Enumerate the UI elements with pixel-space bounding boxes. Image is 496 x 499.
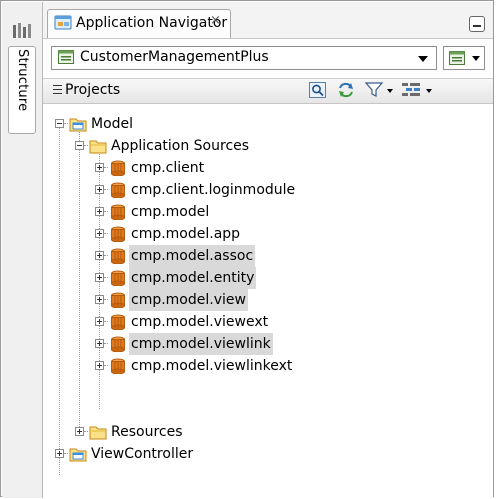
expand-toggle[interactable] bbox=[95, 251, 104, 260]
tree-connector bbox=[104, 167, 108, 168]
tree-node-package[interactable]: cmp.model.assoc bbox=[43, 245, 493, 267]
folder-icon bbox=[89, 140, 107, 154]
chevron-down-icon bbox=[472, 56, 480, 61]
expand-toggle[interactable] bbox=[75, 427, 84, 436]
tree-connector bbox=[104, 277, 108, 278]
tree-node-label: cmp.client.loginmodule bbox=[131, 182, 296, 198]
tree-connector bbox=[84, 145, 88, 146]
tree-node-label: cmp.model.viewext bbox=[131, 314, 269, 330]
tree-node-label: cmp.model bbox=[131, 204, 210, 220]
expand-toggle[interactable] bbox=[55, 449, 64, 458]
tree-node-label: cmp.model.viewlink bbox=[129, 333, 273, 355]
structure-tab[interactable]: Structure bbox=[8, 46, 36, 134]
expand-toggle[interactable] bbox=[95, 207, 104, 216]
search-icon[interactable] bbox=[309, 82, 327, 98]
tree-node-model[interactable]: Model bbox=[43, 113, 493, 135]
tree-connector bbox=[104, 233, 108, 234]
tree-node-viewcontroller[interactable]: ViewController bbox=[43, 443, 493, 465]
tree-connector bbox=[84, 431, 88, 432]
expand-toggle[interactable] bbox=[95, 229, 104, 238]
package-icon bbox=[111, 336, 125, 352]
collapse-toggle[interactable] bbox=[55, 119, 64, 128]
tree-node-label: Resources bbox=[111, 424, 183, 440]
collapse-icon[interactable] bbox=[53, 85, 62, 94]
tree-node-resources[interactable]: Resources bbox=[43, 421, 493, 443]
side-panel-strip: Structure bbox=[2, 2, 43, 498]
tree-node-application-sources[interactable]: Application Sources bbox=[43, 135, 493, 157]
expand-toggle[interactable] bbox=[95, 163, 104, 172]
tab-bar: Application Navigator × bbox=[43, 2, 493, 39]
package-icon bbox=[111, 292, 125, 308]
package-icon bbox=[111, 226, 125, 242]
tree-node-label: cmp.model.viewlinkext bbox=[131, 358, 293, 374]
expand-toggle[interactable] bbox=[95, 317, 104, 326]
tree-node-package[interactable]: cmp.client bbox=[43, 157, 493, 179]
project-tree: Model Application Sources cmp.client cmp.… bbox=[43, 103, 493, 497]
tree-node-package[interactable]: cmp.model.app bbox=[43, 223, 493, 245]
tree-node-package[interactable]: cmp.client.loginmodule bbox=[43, 179, 493, 201]
collapse-toggle[interactable] bbox=[75, 141, 84, 150]
expand-toggle[interactable] bbox=[95, 273, 104, 282]
package-icon bbox=[111, 270, 125, 286]
projects-label: Projects bbox=[65, 82, 121, 98]
tree-node-label: Application Sources bbox=[111, 138, 250, 154]
tree-node-package[interactable]: cmp.model.view bbox=[43, 289, 493, 311]
application-icon bbox=[58, 50, 74, 64]
tree-connector bbox=[64, 123, 68, 124]
application-navigator-icon bbox=[54, 15, 72, 30]
project-icon bbox=[69, 448, 87, 462]
tree-node-label: ViewController bbox=[91, 446, 194, 462]
tree-connector bbox=[104, 365, 108, 366]
expand-toggle[interactable] bbox=[95, 339, 104, 348]
sync-icon[interactable] bbox=[337, 82, 355, 98]
package-icon bbox=[111, 160, 125, 176]
folder-icon bbox=[89, 426, 107, 440]
tree-node-package[interactable]: cmp.model.viewlinkext bbox=[43, 355, 493, 377]
tab-title: Application Navigator bbox=[76, 15, 228, 31]
application-selector-row: CustomerManagementPlus bbox=[43, 39, 493, 77]
package-icon bbox=[111, 314, 125, 330]
tree-node-label: Model bbox=[91, 116, 134, 132]
application-name: CustomerManagementPlus bbox=[80, 49, 269, 65]
tree-connector bbox=[104, 189, 108, 190]
tree-node-label: cmp.model.assoc bbox=[129, 245, 256, 267]
project-icon bbox=[69, 118, 87, 132]
tree-connector bbox=[64, 453, 68, 454]
tab-application-navigator[interactable]: Application Navigator × bbox=[47, 9, 231, 38]
window-frame: Structure Application Navigator × Custom… bbox=[0, 0, 494, 498]
tree-connector bbox=[104, 299, 108, 300]
structure-tab-label: Structure bbox=[15, 49, 30, 112]
package-icon bbox=[111, 248, 125, 264]
tree-node-package[interactable]: cmp.model.viewext bbox=[43, 311, 493, 333]
application-dropdown[interactable]: CustomerManagementPlus bbox=[51, 46, 437, 70]
minimize-button[interactable] bbox=[469, 16, 485, 32]
tree-connector bbox=[104, 255, 108, 256]
structure-icon[interactable] bbox=[12, 22, 32, 40]
tree-node-label: cmp.model.app bbox=[131, 226, 241, 242]
tree-node-label: cmp.client bbox=[131, 160, 205, 176]
application-navigator-panel: Application Navigator × CustomerManageme… bbox=[43, 2, 493, 497]
tree-node-package[interactable]: cmp.model.viewlink bbox=[43, 333, 493, 355]
package-icon bbox=[111, 204, 125, 220]
tree-node-label: cmp.model.entity bbox=[129, 267, 257, 289]
application-menu-icon bbox=[449, 51, 465, 65]
tree-node-package[interactable]: cmp.model.entity bbox=[43, 267, 493, 289]
application-menu-button[interactable] bbox=[443, 46, 485, 70]
package-icon bbox=[111, 182, 125, 198]
filter-icon[interactable] bbox=[365, 82, 395, 98]
working-sets-icon[interactable] bbox=[401, 82, 435, 98]
expand-toggle[interactable] bbox=[95, 361, 104, 370]
package-icon bbox=[111, 358, 125, 374]
tree-connector bbox=[104, 211, 108, 212]
expand-toggle[interactable] bbox=[95, 185, 104, 194]
tree-node-package[interactable]: cmp.model bbox=[43, 201, 493, 223]
expand-toggle[interactable] bbox=[95, 295, 104, 304]
close-icon[interactable]: × bbox=[210, 13, 221, 28]
chevron-down-icon bbox=[418, 56, 428, 62]
tree-node-label: cmp.model.view bbox=[129, 289, 248, 311]
projects-header[interactable]: Projects bbox=[43, 78, 493, 104]
tree-connector bbox=[104, 343, 108, 344]
tree-connector bbox=[104, 321, 108, 322]
